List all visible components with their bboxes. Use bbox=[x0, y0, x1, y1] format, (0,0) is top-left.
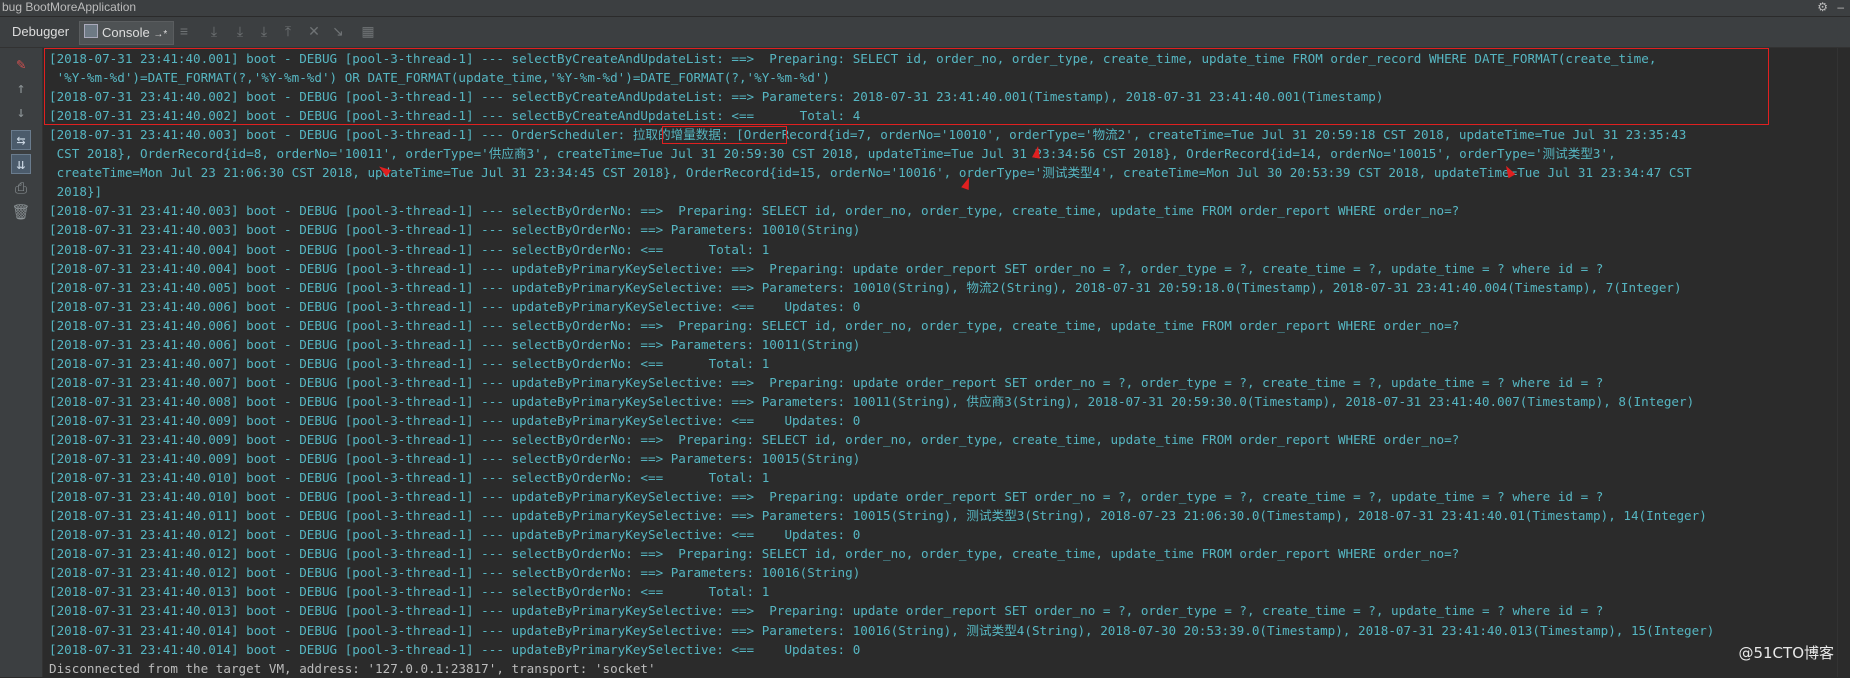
console-line: createTime=Mon Jul 23 21:06:30 CST 2018,… bbox=[49, 165, 1692, 181]
console-icon bbox=[84, 24, 98, 38]
console-line: [2018-07-31 23:41:40.009] boot - DEBUG [… bbox=[49, 432, 1460, 447]
console-line: [2018-07-31 23:41:40.006] boot - DEBUG [… bbox=[49, 298, 861, 314]
step-out-icon[interactable]: ⤒ bbox=[280, 23, 296, 39]
step-into-icon[interactable]: ⤓ bbox=[232, 23, 248, 39]
scroll-to-end-icon[interactable]: ⇊ bbox=[11, 154, 31, 174]
evaluate-icon[interactable]: ▦ bbox=[360, 23, 376, 39]
console-line: [2018-07-31 23:41:40.009] boot - DEBUG [… bbox=[49, 451, 861, 467]
console-line: [2018-07-31 23:41:40.007] boot - DEBUG [… bbox=[49, 355, 770, 371]
console-line: [2018-07-31 23:41:40.013] boot - DEBUG [… bbox=[49, 603, 1604, 619]
window-title: bug BootMoreApplication bbox=[2, 0, 137, 14]
trash-icon[interactable]: 🗑 bbox=[11, 202, 31, 222]
print-icon[interactable]: ⎙ bbox=[11, 178, 31, 198]
resume-icon[interactable]: ≡ bbox=[176, 23, 192, 39]
soft-wrap-icon[interactable]: ⇆ bbox=[11, 130, 31, 150]
console-line: [2018-07-31 23:41:40.008] boot - DEBUG [… bbox=[49, 393, 1695, 409]
settings-gear-icon[interactable]: ⚙ bbox=[1817, 0, 1828, 15]
window-titlebar: bug BootMoreApplication ⚙ – bbox=[0, 0, 1850, 17]
console-line: CST 2018}, OrderRecord{id=8, orderNo='10… bbox=[49, 146, 1616, 162]
console-line: [2018-07-31 23:41:40.014] boot - DEBUG [… bbox=[49, 641, 861, 657]
tab-console-pin: →* bbox=[153, 29, 168, 40]
console-line: [2018-07-31 23:41:40.004] boot - DEBUG [… bbox=[49, 241, 770, 257]
clear-icon[interactable]: ✎ bbox=[11, 54, 31, 74]
console-line: [2018-07-31 23:41:40.014] boot - DEBUG [… bbox=[49, 622, 1715, 638]
tab-debugger[interactable]: Debugger bbox=[12, 21, 69, 43]
console-line: [2018-07-31 23:41:40.012] boot - DEBUG [… bbox=[49, 546, 1460, 562]
console-line: [2018-07-31 23:41:40.009] boot - DEBUG [… bbox=[49, 412, 861, 428]
console-line: [2018-07-31 23:41:40.006] boot - DEBUG [… bbox=[49, 317, 1460, 333]
console-line: [2018-07-31 23:41:40.011] boot - DEBUG [… bbox=[49, 508, 1707, 524]
console-line: [2018-07-31 23:41:40.004] boot - DEBUG [… bbox=[49, 260, 1604, 276]
console-line: [2018-07-31 23:41:40.012] boot - DEBUG [… bbox=[49, 527, 861, 543]
debug-toolbar: Debugger Console →* ≡ ⤓ ⤓ ⤓ ⤒ ✕ ↘ ▦ bbox=[0, 17, 1850, 48]
console-line: [2018-07-31 23:41:40.010] boot - DEBUG [… bbox=[49, 470, 770, 486]
console-line: [2018-07-31 23:41:40.012] boot - DEBUG [… bbox=[49, 565, 861, 581]
console-line: 2018}] bbox=[49, 184, 103, 200]
tab-console[interactable]: Console →* bbox=[79, 21, 175, 45]
console-line: [2018-07-31 23:41:40.013] boot - DEBUG [… bbox=[49, 584, 770, 600]
tab-console-label: Console bbox=[102, 25, 150, 40]
annotation-box-label bbox=[662, 126, 787, 144]
minimize-icon[interactable]: – bbox=[1837, 0, 1844, 15]
vertical-scrollbar[interactable] bbox=[1837, 48, 1850, 677]
console-line: [2018-07-31 23:41:40.007] boot - DEBUG [… bbox=[49, 374, 1604, 390]
up-arrow-icon[interactable]: ↑ bbox=[11, 78, 31, 98]
watermark: @51CTO博客 bbox=[1738, 644, 1834, 662]
console-line: [2018-07-31 23:41:40.010] boot - DEBUG [… bbox=[49, 489, 1604, 505]
console-side-toolbar: ✎ ↑ ↓ ⇆ ⇊ ⎙ 🗑 bbox=[0, 48, 43, 677]
console-line: [2018-07-31 23:41:40.003] boot - DEBUG [… bbox=[49, 222, 861, 238]
console-line: [2018-07-31 23:41:40.003] boot - DEBUG [… bbox=[49, 127, 1687, 143]
force-step-into-icon[interactable]: ⤓ bbox=[256, 23, 272, 39]
drop-frame-icon[interactable]: ✕ bbox=[306, 23, 322, 39]
console-line: [2018-07-31 23:41:40.005] boot - DEBUG [… bbox=[49, 279, 1682, 295]
annotation-box-sql bbox=[44, 48, 1769, 125]
console-line: [2018-07-31 23:41:40.006] boot - DEBUG [… bbox=[49, 336, 861, 352]
step-over-icon[interactable]: ⤓ bbox=[206, 23, 222, 39]
down-arrow-icon[interactable]: ↓ bbox=[11, 102, 31, 122]
console-line: [2018-07-31 23:41:40.003] boot - DEBUG [… bbox=[49, 203, 1460, 219]
run-to-cursor-icon[interactable]: ↘ bbox=[330, 23, 346, 39]
console-line: Disconnected from the target VM, address… bbox=[49, 660, 656, 676]
